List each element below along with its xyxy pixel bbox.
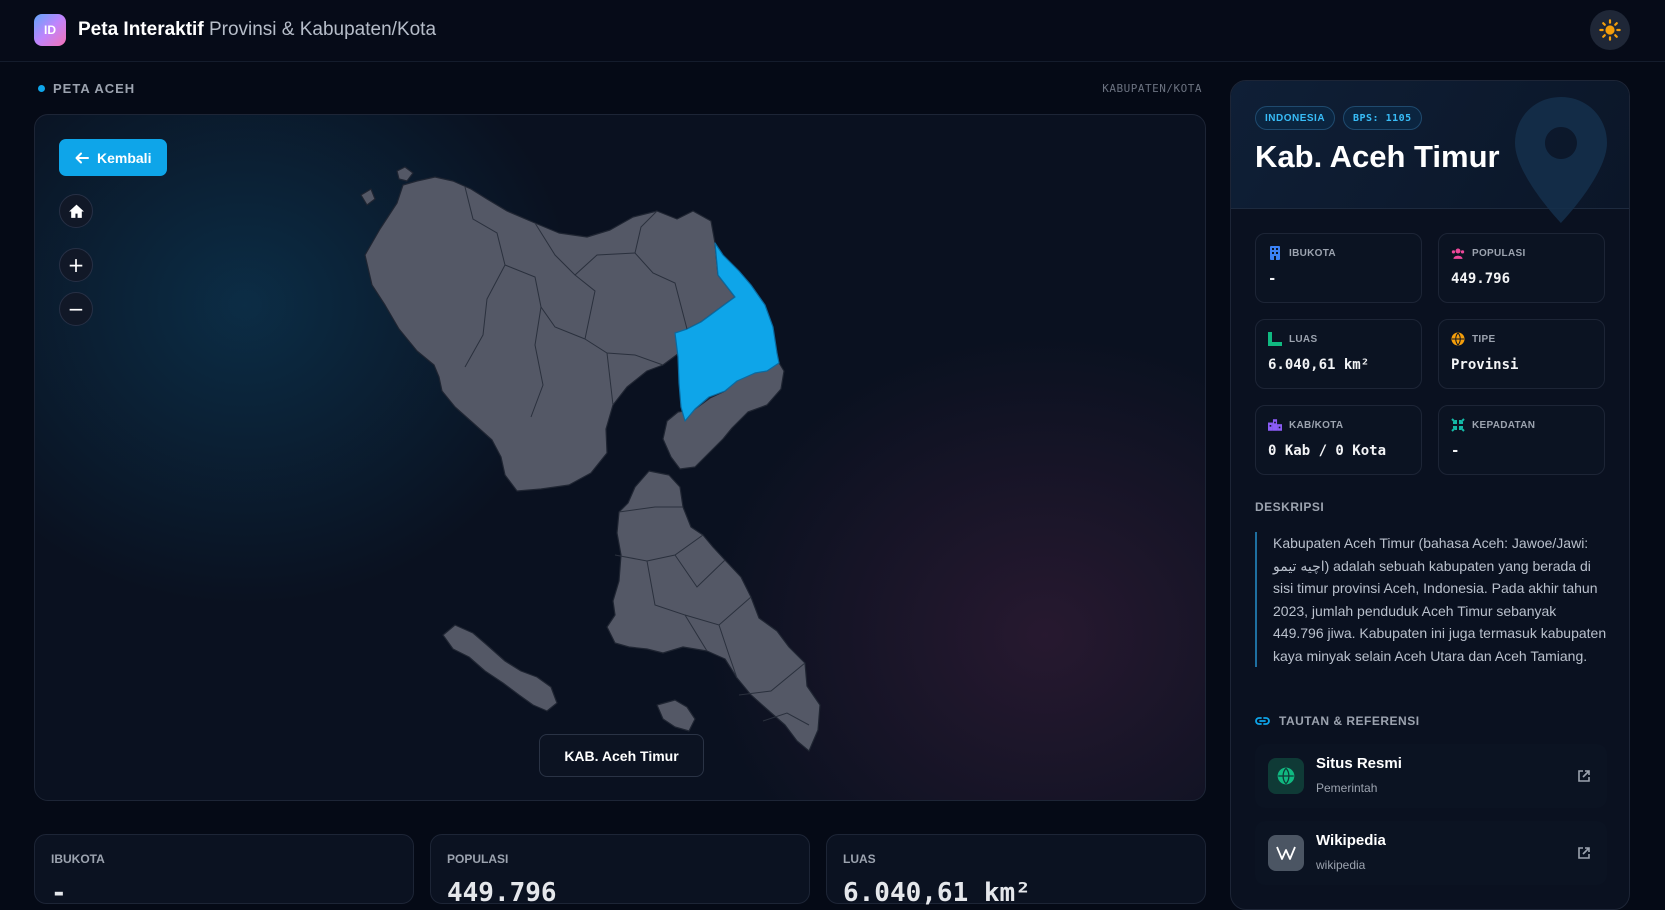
link-icon-box	[1268, 835, 1304, 871]
stat-value: 6.040,61 km²	[843, 878, 1031, 908]
info-value: -	[1451, 443, 1460, 459]
link-subtitle: wikipedia	[1316, 858, 1366, 872]
info-value: 0 Kab / 0 Kota	[1268, 443, 1387, 459]
app-title-bold: Peta Interaktif	[78, 19, 204, 40]
section-right-label: KABUPATEN/KOTA	[1102, 82, 1202, 95]
links-heading-text: TAUTAN & REFERENSI	[1279, 714, 1420, 728]
compress-icon	[1451, 418, 1465, 432]
info-value: 6.040,61 km²	[1268, 357, 1370, 373]
stat-label: IBUKOTA	[51, 852, 105, 866]
info-card-kepadatan: KEPADATAN -	[1438, 405, 1605, 475]
info-card-luas: LUAS 6.040,61 km²	[1255, 319, 1422, 389]
panel-header: INDONESIA BPS: 1105 Kab. Aceh Timur	[1231, 81, 1629, 223]
map-region[interactable]	[606, 470, 821, 752]
info-label: POPULASI	[1472, 247, 1526, 259]
link-icon	[1255, 717, 1270, 725]
map-card: Kembali + − KAB. Aceh Timur	[34, 114, 1206, 801]
aceh-map	[360, 166, 821, 752]
info-label: TIPE	[1472, 333, 1496, 345]
selected-region-label: KAB. Aceh Timur	[539, 734, 704, 777]
external-link-icon	[1578, 847, 1590, 859]
link-wikipedia[interactable]: Wikipedia wikipedia	[1255, 821, 1607, 885]
info-label: LUAS	[1289, 333, 1318, 345]
stat-label: POPULASI	[447, 852, 509, 866]
panel-title: Kab. Aceh Timur	[1255, 139, 1500, 174]
status-dot	[38, 85, 45, 92]
description-heading: DESKRIPSI	[1255, 500, 1325, 514]
link-icon-box	[1268, 758, 1304, 794]
badge-bps: BPS: 1105	[1343, 106, 1422, 130]
top-bar: ID Peta Interaktif Provinsi & Kabupaten/…	[0, 0, 1665, 62]
app-title: Peta Interaktif Provinsi & Kabupaten/Kot…	[78, 19, 436, 41]
map-island[interactable]	[442, 624, 558, 712]
wikipedia-icon	[1276, 846, 1296, 860]
stat-value: 449.796	[447, 878, 557, 908]
stat-card-ibukota: IBUKOTA -	[34, 834, 414, 908]
building-icon	[1268, 246, 1282, 260]
sun-icon	[1599, 19, 1621, 41]
link-situs-resmi[interactable]: Situs Resmi Pemerintah	[1255, 744, 1607, 808]
info-label: KAB/KOTA	[1289, 419, 1344, 431]
link-subtitle: Pemerintah	[1316, 781, 1378, 795]
map-island[interactable]	[360, 188, 376, 206]
city-icon	[1268, 418, 1282, 432]
links-heading: TAUTAN & REFERENSI	[1255, 714, 1420, 728]
badge-country: INDONESIA	[1255, 106, 1336, 130]
info-value: Provinsi	[1451, 357, 1519, 373]
stat-card-populasi: POPULASI 449.796	[430, 834, 810, 908]
info-value: 449.796	[1451, 271, 1511, 287]
info-label: IBUKOTA	[1289, 247, 1336, 259]
ruler-icon	[1268, 332, 1282, 346]
theme-toggle-button[interactable]	[1590, 10, 1630, 50]
info-card-ibukota: IBUKOTA -	[1255, 233, 1422, 303]
app-logo: ID	[34, 14, 66, 46]
external-link-icon	[1578, 770, 1590, 782]
globe-icon	[1451, 332, 1465, 346]
stat-label: LUAS	[843, 852, 876, 866]
section-label-text: PETA ACEH	[53, 81, 136, 96]
map-island[interactable]	[396, 166, 414, 182]
stat-card-luas: LUAS 6.040,61 km²	[826, 834, 1206, 908]
info-value: -	[1268, 271, 1277, 287]
info-card-kabkota: KAB/KOTA 0 Kab / 0 Kota	[1255, 405, 1422, 475]
link-title: Wikipedia	[1316, 832, 1386, 849]
map-island[interactable]	[656, 699, 696, 732]
link-title: Situs Resmi	[1316, 755, 1402, 772]
app-title-rest: Provinsi & Kabupaten/Kota	[208, 19, 437, 40]
info-card-tipe: TIPE Provinsi	[1438, 319, 1605, 389]
globe-icon	[1277, 767, 1295, 785]
description-text: Kabupaten Aceh Timur (bahasa Aceh: Jawoe…	[1255, 532, 1607, 667]
detail-panel: INDONESIA BPS: 1105 Kab. Aceh Timur IBUK…	[1230, 80, 1630, 910]
stat-value: -	[51, 878, 67, 908]
users-icon	[1451, 246, 1465, 260]
section-label: PETA ACEH	[38, 81, 135, 96]
info-label: KEPADATAN	[1472, 419, 1536, 431]
map-pin-icon	[1515, 97, 1607, 223]
info-card-populasi: POPULASI 449.796	[1438, 233, 1605, 303]
